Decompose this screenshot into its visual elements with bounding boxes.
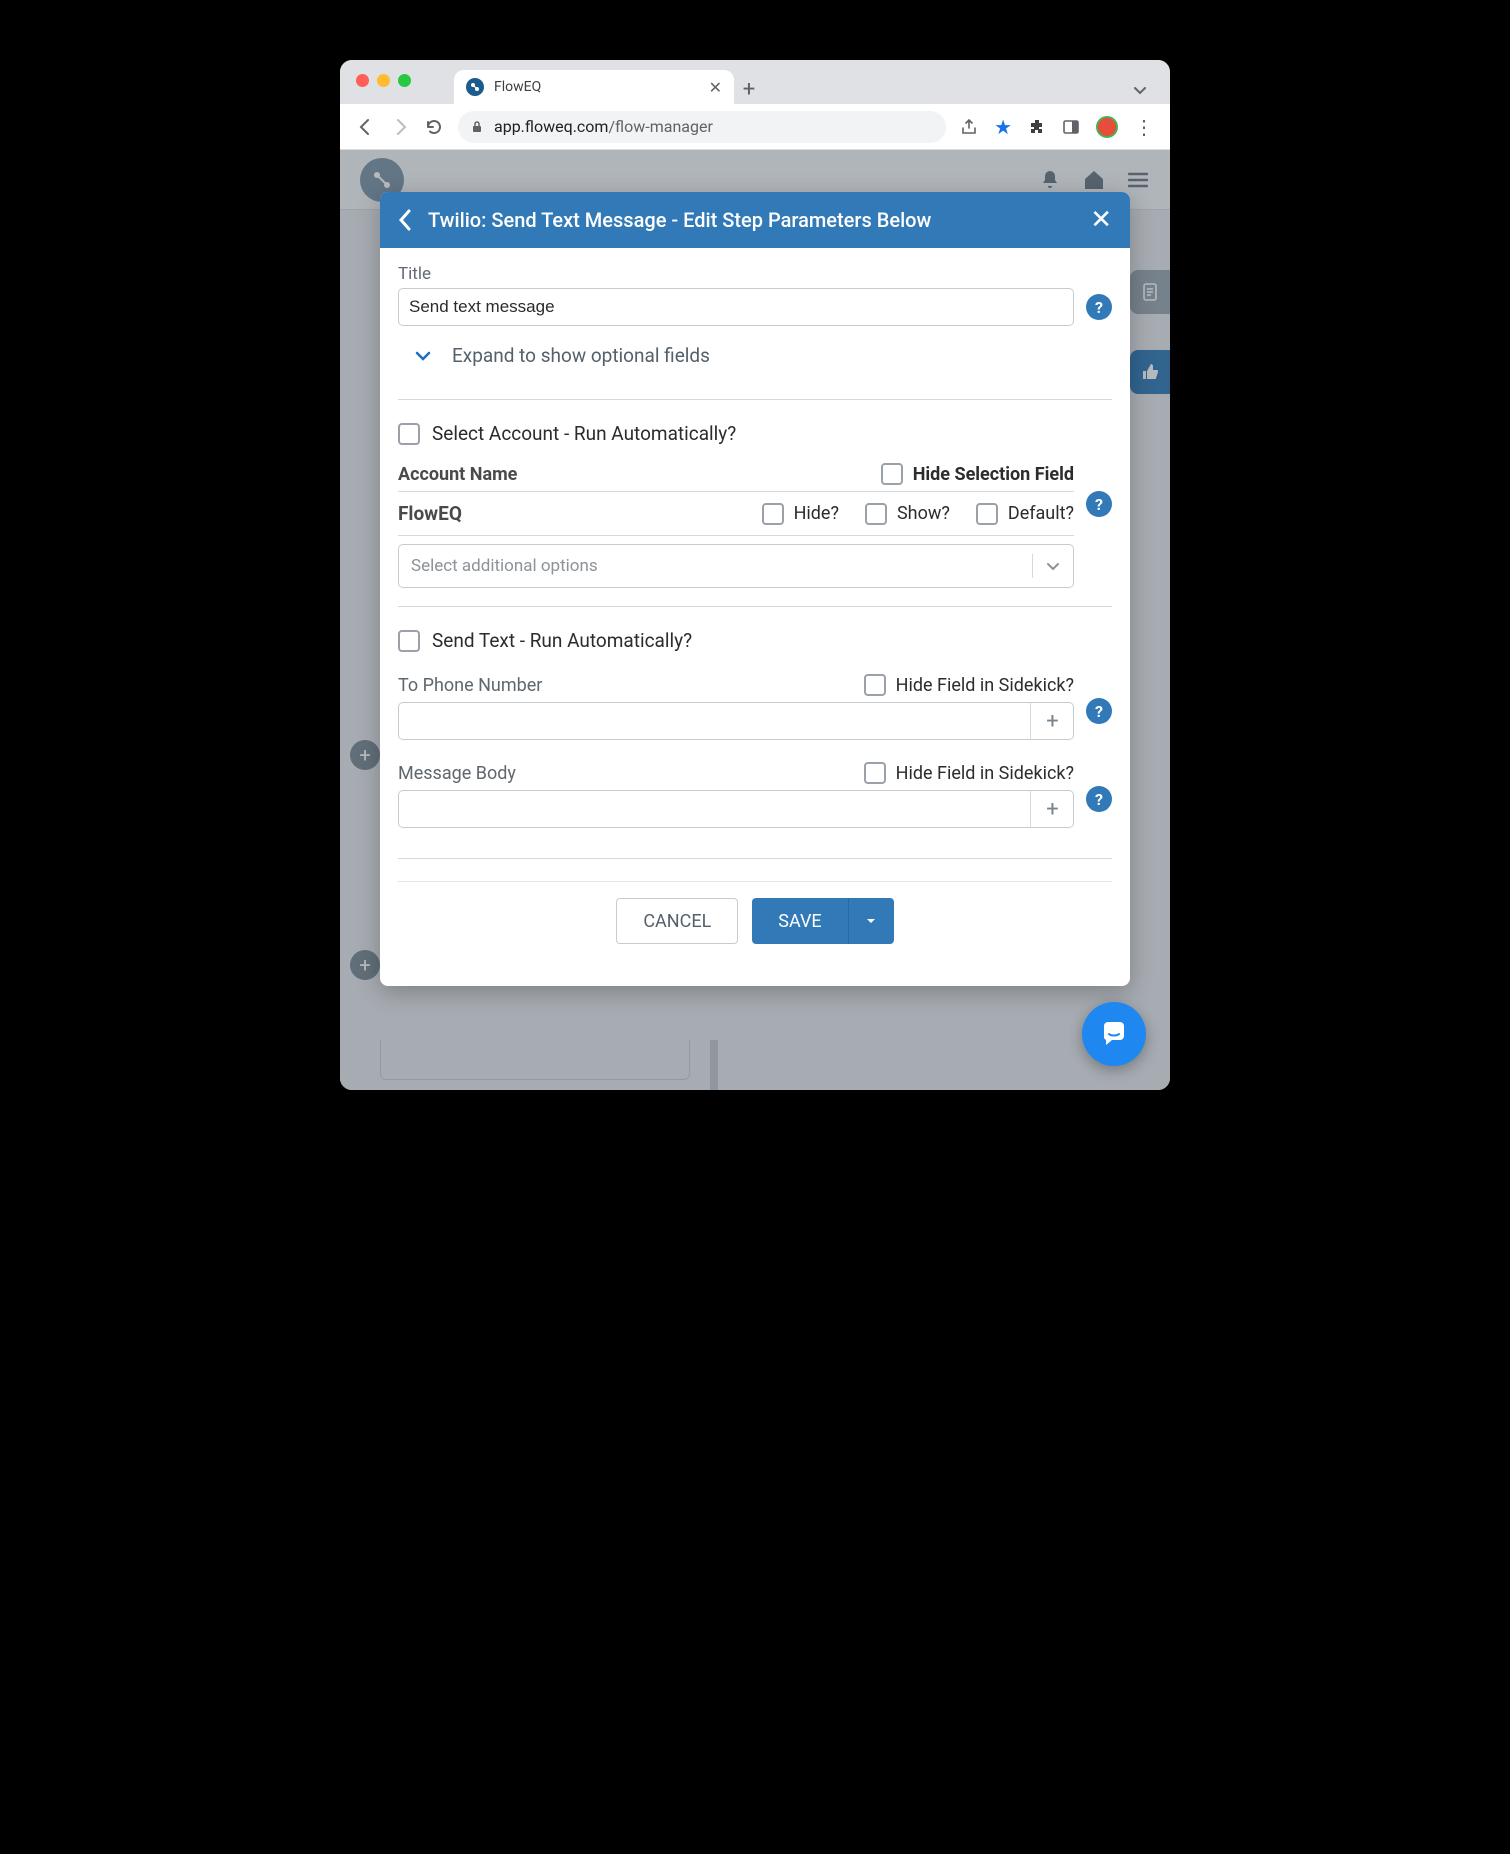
help-message-icon[interactable]: ? [1086,786,1112,812]
titlebar: FlowEQ ✕ + [340,60,1170,104]
url-text: app.floweq.com/flow-manager [494,117,713,136]
title-label: Title [398,264,1112,284]
extensions-icon[interactable] [1028,118,1046,136]
account-default-checkbox[interactable] [976,503,998,525]
account-hide-checkbox[interactable] [762,503,784,525]
phone-label: To Phone Number [398,675,542,696]
window-controls [356,74,411,87]
help-phone-icon[interactable]: ? [1086,698,1112,724]
app-viewport: + + Twilio: Send Text Message - Edit Ste… [340,150,1170,1090]
additional-options-placeholder: Select additional options [411,556,598,576]
help-title-icon[interactable]: ? [1086,294,1112,320]
phone-hide-checkbox[interactable] [864,674,886,696]
additional-options-select[interactable]: Select additional options [398,544,1074,588]
chat-support-icon[interactable] [1082,1002,1146,1066]
title-input[interactable] [398,288,1074,326]
message-hide-label: Hide Field in Sidekick? [896,763,1074,784]
account-row-name: FlowEQ [398,502,462,525]
browser-window: FlowEQ ✕ + app.floweq.com/flow-manager [340,60,1170,1090]
toolbar-right: ★ ⋮ [960,115,1154,139]
divider [398,399,1112,400]
save-dropdown-button[interactable] [848,898,894,944]
share-icon[interactable] [960,118,978,136]
message-body-label: Message Body [398,763,516,784]
phone-insert-variable-icon[interactable]: + [1030,702,1074,740]
toolbar: app.floweq.com/flow-manager ★ ⋮ [340,104,1170,150]
modal-body: Title ? Expand to show optional fields [380,248,1130,986]
profile-avatar-icon[interactable] [1096,116,1118,138]
menu-kebab-icon[interactable]: ⋮ [1134,115,1154,139]
tab-close-icon[interactable]: ✕ [709,78,722,97]
send-text-run-auto-label: Send Text - Run Automatically? [432,629,692,652]
lock-icon [470,120,484,134]
send-text-run-auto-checkbox[interactable] [398,630,420,652]
divider [398,606,1112,607]
browser-tab[interactable]: FlowEQ ✕ [454,70,734,104]
back-icon[interactable] [356,117,376,137]
account-show-checkbox[interactable] [865,503,887,525]
chevron-down-icon [414,347,432,365]
message-hide-checkbox[interactable] [864,762,886,784]
modal-title: Twilio: Send Text Message - Edit Step Pa… [428,208,1074,232]
tab-list-dropdown-icon[interactable] [1132,82,1156,98]
expand-optional-label: Expand to show optional fields [452,344,710,367]
message-body-input[interactable] [398,790,1074,828]
save-button[interactable]: SAVE [752,898,847,944]
bookmark-star-icon[interactable]: ★ [994,115,1012,139]
divider [398,858,1112,859]
phone-input[interactable] [398,702,1074,740]
new-tab-button[interactable]: + [734,74,764,104]
modal-back-icon[interactable] [398,209,412,231]
account-hide-label: Hide? [794,503,839,524]
forward-icon[interactable] [390,117,410,137]
help-account-icon[interactable]: ? [1086,491,1112,517]
minimize-window-icon[interactable] [377,74,390,87]
close-window-icon[interactable] [356,74,369,87]
edit-step-modal: Twilio: Send Text Message - Edit Step Pa… [380,192,1130,986]
tab-title: FlowEQ [494,79,699,95]
phone-hide-label: Hide Field in Sidekick? [896,675,1074,696]
expand-optional-toggle[interactable]: Expand to show optional fields [398,338,1112,381]
reload-icon[interactable] [424,117,444,137]
select-account-run-auto-label: Select Account - Run Automatically? [432,422,736,445]
account-default-label: Default? [1008,503,1074,524]
hide-selection-checkbox[interactable] [881,463,903,485]
modal-footer: CANCEL SAVE [398,881,1112,964]
message-insert-variable-icon[interactable]: + [1030,790,1074,828]
modal-close-icon[interactable]: ✕ [1090,205,1112,235]
chevron-down-icon [1045,558,1061,574]
account-name-header: Account Name [398,464,517,485]
account-show-label: Show? [897,503,950,524]
select-account-run-auto-checkbox[interactable] [398,423,420,445]
tab-favicon-icon [466,78,484,96]
maximize-window-icon[interactable] [398,74,411,87]
cancel-button[interactable]: CANCEL [616,898,738,944]
modal-header: Twilio: Send Text Message - Edit Step Pa… [380,192,1130,248]
address-bar[interactable]: app.floweq.com/flow-manager [458,111,946,143]
side-panel-icon[interactable] [1062,118,1080,136]
hide-selection-label: Hide Selection Field [913,464,1074,485]
save-button-group: SAVE [752,898,893,944]
